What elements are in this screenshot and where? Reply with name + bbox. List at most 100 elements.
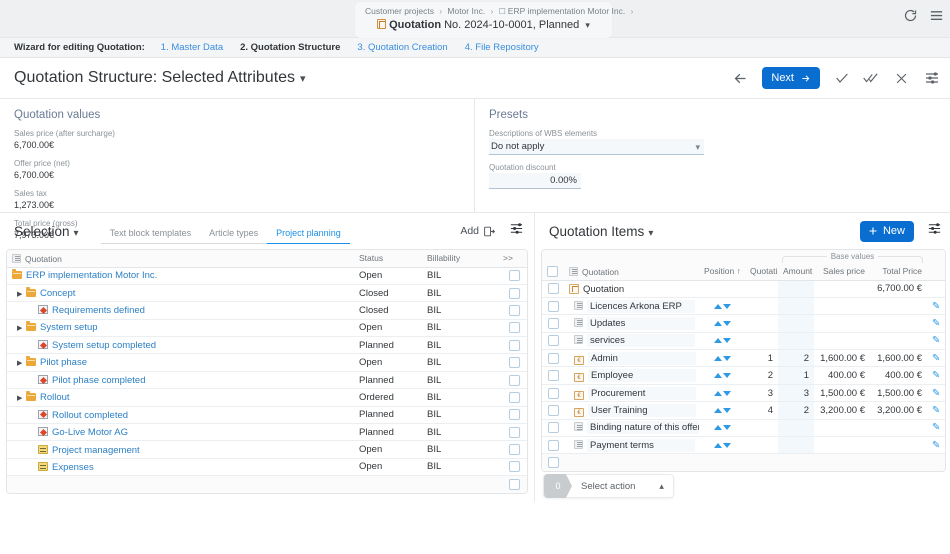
new-button[interactable]: New <box>859 220 914 242</box>
cell-select[interactable] <box>542 419 564 438</box>
cell-select[interactable] <box>498 336 527 355</box>
cell-edit[interactable]: ✎ <box>927 419 945 438</box>
row-label[interactable]: ERP implementation Motor Inc. <box>26 270 157 281</box>
cell-select[interactable] <box>498 475 527 494</box>
chevron-up-icon[interactable]: ▴ <box>659 481 664 492</box>
cell-name[interactable]: ▶ Rollout <box>7 388 354 407</box>
move-row-controls[interactable] <box>713 303 731 309</box>
row-checkbox[interactable] <box>508 461 520 473</box>
cell-amount[interactable]: 2 <box>778 401 814 420</box>
cell-position-controls[interactable] <box>699 314 745 333</box>
row-checkbox[interactable] <box>508 374 520 386</box>
selection-settings-button[interactable] <box>509 221 524 241</box>
edit-icon[interactable]: ✎ <box>932 422 940 433</box>
cell-name[interactable]: Expenses <box>7 458 354 477</box>
cell-amount[interactable] <box>778 297 814 316</box>
cell-name[interactable]: System setup completed <box>7 336 354 355</box>
cell-select[interactable] <box>498 388 527 407</box>
table-row[interactable]: Licences Arkona ERP ✎ <box>542 297 945 316</box>
cell-name[interactable]: Rollout completed <box>7 406 354 425</box>
cell-name[interactable]: € User Training <box>564 401 699 420</box>
edit-icon[interactable]: ✎ <box>932 318 940 329</box>
back-button[interactable] <box>732 70 749 87</box>
row-checkbox[interactable] <box>547 352 559 364</box>
table-row[interactable]: Pilot phase completed Planned BIL <box>7 371 527 390</box>
row-checkbox[interactable] <box>547 439 559 451</box>
cell-name[interactable]: ▶ Pilot phase <box>7 353 354 372</box>
table-row[interactable]: ▶ Rollout Ordered BIL <box>7 388 527 407</box>
quotation-discount-input[interactable]: 0.00% <box>489 173 581 189</box>
column-header-billability[interactable]: Billability <box>422 250 498 268</box>
cell-name[interactable]: Project management <box>7 440 354 459</box>
table-row[interactable]: Binding nature of this offer ✎ <box>542 419 945 438</box>
row-checkbox[interactable] <box>508 357 520 369</box>
cell-amount[interactable]: 3 <box>778 384 814 403</box>
table-row[interactable]: System setup completed Planned BIL <box>7 336 527 355</box>
cell-amount[interactable]: 1 <box>778 366 814 385</box>
cell-position-controls[interactable] <box>699 401 745 420</box>
select-all-checkbox[interactable] <box>547 265 558 277</box>
table-row[interactable]: € User Training 4 2 3,200.00 €3,200.00 € ✎ <box>542 401 945 420</box>
cell-select[interactable] <box>542 280 564 298</box>
quotation-items-settings-button[interactable] <box>927 221 942 241</box>
move-row-controls[interactable] <box>713 338 731 344</box>
row-label[interactable]: Licences Arkona ERP <box>587 299 695 313</box>
cell-position-controls[interactable] <box>699 384 745 403</box>
column-header-quotation[interactable]: Quotation <box>7 250 354 268</box>
page-title[interactable]: Quotation Structure: Selected Attributes… <box>14 69 306 87</box>
row-label[interactable]: Concept <box>40 288 75 299</box>
column-header-status[interactable]: Status <box>354 250 422 268</box>
cell-select[interactable] <box>498 267 527 285</box>
column-header-more[interactable]: >> <box>498 250 527 268</box>
row-label[interactable]: System setup <box>40 322 98 333</box>
edit-icon[interactable]: ✎ <box>932 335 940 346</box>
move-row-controls[interactable] <box>713 320 731 326</box>
tab-project-planning[interactable]: Project planning <box>267 228 350 244</box>
cell-select[interactable] <box>498 458 527 477</box>
close-button[interactable] <box>893 70 910 87</box>
cell-edit[interactable]: ✎ <box>927 297 945 316</box>
cell-select[interactable] <box>542 384 564 403</box>
column-header-quotation[interactable]: Quotation <box>564 263 699 281</box>
cell-select[interactable] <box>542 332 564 351</box>
cell-name[interactable]: Pilot phase completed <box>7 371 354 390</box>
breadcrumb-item-1[interactable]: Motor Inc. <box>447 6 485 16</box>
cell-select[interactable] <box>542 453 564 472</box>
cell-amount[interactable] <box>778 436 814 455</box>
column-header-amount[interactable]: Amount <box>778 263 814 281</box>
expand-arrow-icon[interactable]: ▶ <box>17 359 25 367</box>
accept-button[interactable] <box>833 70 850 87</box>
refresh-icon[interactable] <box>903 8 918 23</box>
edit-icon[interactable]: ✎ <box>932 301 940 312</box>
row-checkbox[interactable] <box>547 457 559 469</box>
row-checkbox[interactable] <box>508 339 520 351</box>
table-row[interactable]: € Employee 2 1 400.00 €400.00 € ✎ <box>542 366 945 385</box>
row-checkbox[interactable] <box>547 300 559 312</box>
table-row[interactable]: Payment terms ✎ <box>542 436 945 455</box>
row-label[interactable]: Rollout completed <box>52 410 128 421</box>
row-checkbox[interactable] <box>508 479 520 491</box>
breadcrumb-item-0[interactable]: Customer projects <box>365 6 434 16</box>
move-row-controls[interactable] <box>713 355 731 361</box>
cell-amount[interactable]: 2 <box>778 349 814 368</box>
edit-icon[interactable]: ✎ <box>932 388 940 399</box>
wbs-descriptions-select[interactable]: Do not apply ▾ <box>489 139 704 155</box>
cell-select[interactable] <box>498 284 527 303</box>
column-header-sales-price[interactable]: Sales price <box>814 263 870 281</box>
chevron-down-icon[interactable]: ▾ <box>585 20 590 30</box>
row-label[interactable]: Admin <box>588 351 696 365</box>
move-row-controls[interactable] <box>713 425 731 431</box>
row-label[interactable]: Employee <box>588 369 696 383</box>
row-checkbox[interactable] <box>508 287 520 299</box>
table-row[interactable]: Go-Live Motor AG Planned BIL <box>7 423 527 442</box>
cell-select[interactable] <box>542 436 564 455</box>
edit-icon[interactable]: ✎ <box>932 440 940 451</box>
table-row[interactable]: ▶ Concept Closed BIL <box>7 284 527 303</box>
row-checkbox[interactable] <box>508 304 520 316</box>
column-header-select-all[interactable] <box>542 263 564 281</box>
row-checkbox[interactable] <box>547 370 559 382</box>
row-label[interactable]: Rollout <box>40 392 70 403</box>
cell-edit[interactable]: ✎ <box>927 401 945 420</box>
row-checkbox[interactable] <box>508 391 520 403</box>
cell-amount[interactable] <box>778 280 814 298</box>
